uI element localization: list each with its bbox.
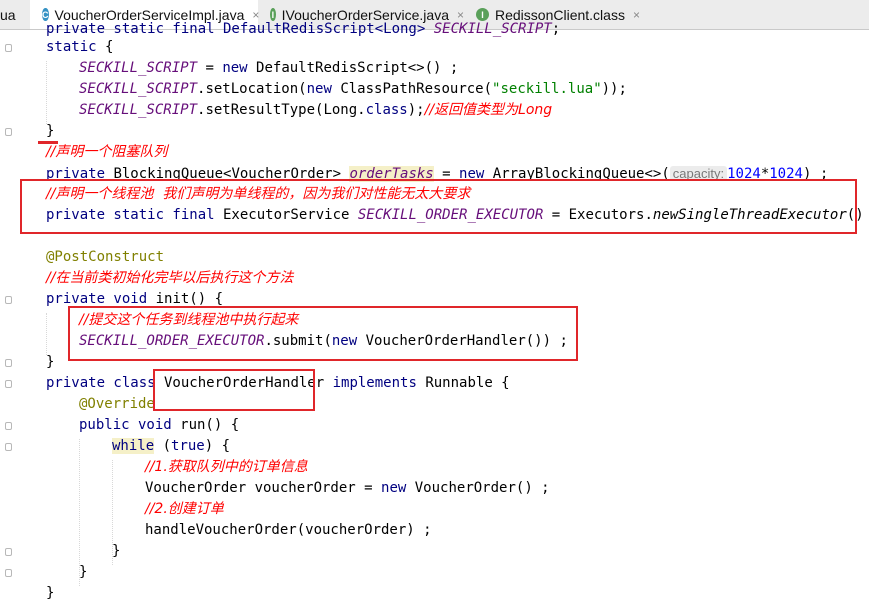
code-line: SECKILL_SCRIPT.setResultType(Long.class)…	[79, 102, 553, 118]
highlight-box-executor	[20, 179, 857, 234]
fold-marker-icon[interactable]	[5, 128, 12, 136]
code-line: @Override	[79, 396, 155, 412]
code-line: }	[46, 123, 55, 139]
code-comment: //1.获取队列中的订单信息	[145, 459, 308, 475]
tab-label: ua	[0, 6, 16, 23]
code-line: @PostConstruct	[46, 249, 165, 265]
code-line: }	[46, 354, 55, 370]
code-line: VoucherOrder voucherOrder = new VoucherO…	[145, 480, 550, 496]
code-line: handleVoucherOrder(voucherOrder) ;	[145, 522, 432, 538]
code-comment: //声明一个阻塞队列	[46, 144, 168, 160]
fold-marker-icon[interactable]	[5, 569, 12, 577]
code-line: private static final DefaultRedisScript<…	[46, 21, 561, 37]
fold-marker-icon[interactable]	[5, 380, 12, 388]
highlight-box-submit	[68, 306, 578, 361]
code-line: while (true) {	[112, 438, 231, 454]
fold-marker-icon[interactable]	[5, 44, 12, 52]
code-line: SECKILL_SCRIPT.setLocation(new ClassPath…	[79, 81, 627, 97]
indent-guide	[46, 313, 47, 355]
code-line: }	[112, 543, 121, 559]
editor-gutter	[0, 30, 20, 600]
fold-marker-icon[interactable]	[5, 296, 12, 304]
fold-marker-icon[interactable]	[5, 443, 12, 451]
code-comment: //在当前类初始化完毕以后执行这个方法	[46, 270, 294, 286]
code-editor[interactable]: private static final DefaultRedisScript<…	[0, 21, 869, 601]
close-icon[interactable]: ×	[633, 8, 640, 22]
code-line: public void run() {	[79, 417, 240, 433]
highlight-box-handler-class	[153, 369, 315, 411]
code-line: SECKILL_SCRIPT = new DefaultRedisScript<…	[79, 60, 459, 76]
code-line: }	[79, 564, 88, 580]
code-line: }	[46, 585, 55, 601]
fold-marker-icon[interactable]	[5, 548, 12, 556]
tab-partial[interactable]: ua	[0, 0, 22, 29]
indent-guide	[46, 61, 47, 124]
fold-marker-icon[interactable]	[5, 359, 12, 367]
code-line: static {	[46, 39, 114, 55]
fold-marker-icon[interactable]	[5, 422, 12, 430]
code-comment: //2.创建订单	[145, 501, 224, 517]
